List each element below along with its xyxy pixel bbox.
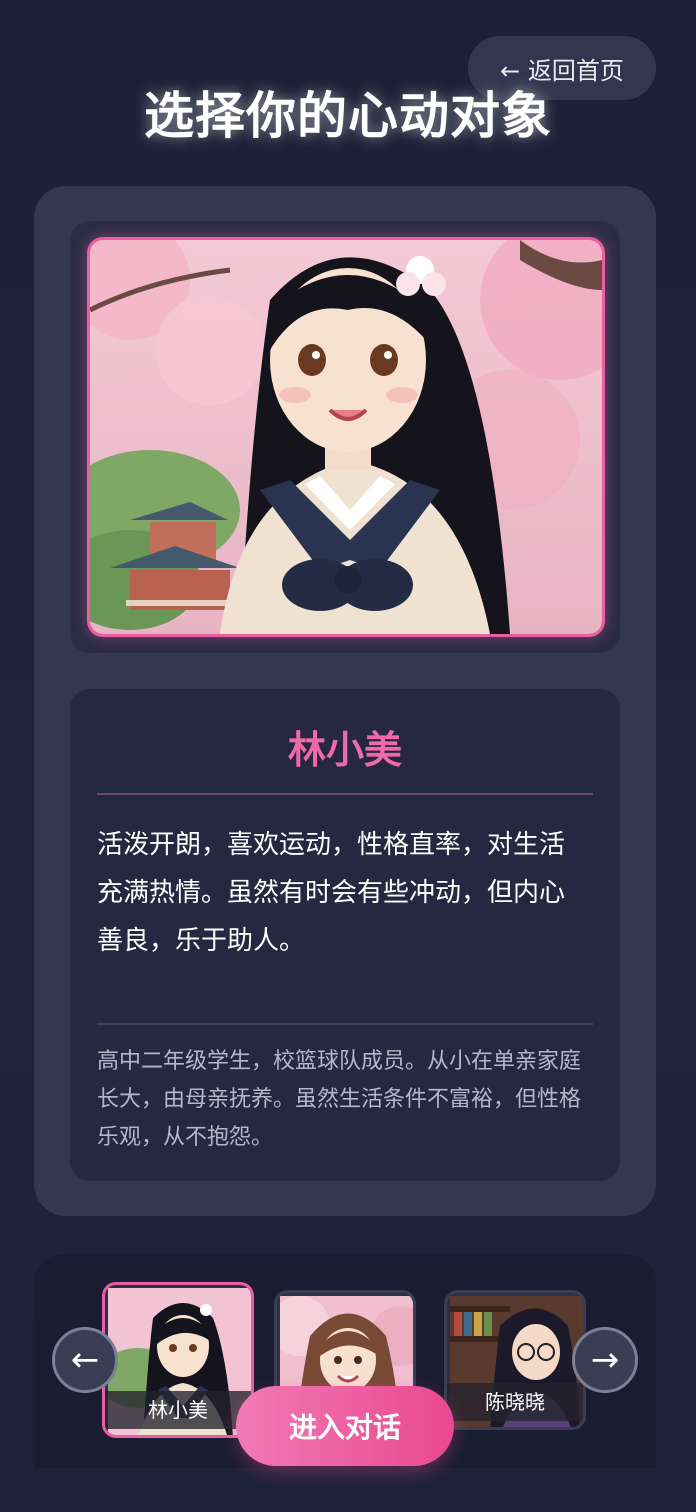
thumb-label: 陈晓晓 [447,1383,583,1421]
background-text: 高中二年级学生，校篮球队成员。从小在单亲家庭长大，由母亲抚养。虽然生活条件不富裕… [97,1049,582,1150]
character-thumb-3[interactable]: 陈晓晓 [444,1290,586,1430]
arrow-right-icon: → [590,1340,620,1380]
portrait-illustration [90,240,602,634]
character-name: 林小美 [287,728,402,772]
thumb-label: 林小美 [105,1391,251,1429]
arrow-left-icon: ← [70,1340,100,1380]
divider [97,793,593,795]
character-portrait [87,237,605,637]
next-arrow-button[interactable]: → [572,1327,638,1393]
prev-arrow-button[interactable]: ← [52,1327,118,1393]
divider [97,1023,593,1025]
personality-text: 活泼开朗，喜欢运动，性格直率，对生活充满热情。虽然有时会有些冲动，但内心善良，乐… [97,830,566,956]
enter-chat-label: 进入对话 [288,1411,401,1444]
portrait-frame [70,221,620,653]
character-card: 林小美 活泼开朗，喜欢运动，性格直率，对生活充满热情。虽然有时会有些冲动，但内心… [34,186,656,1216]
page-title: 选择你的心动对象 [144,87,552,145]
enter-chat-button[interactable]: 进入对话 [236,1386,454,1466]
character-thumb-1[interactable]: 林小美 [102,1282,254,1438]
character-info: 林小美 活泼开朗，喜欢运动，性格直率，对生活充满热情。虽然有时会有些冲动，但内心… [70,689,620,1181]
